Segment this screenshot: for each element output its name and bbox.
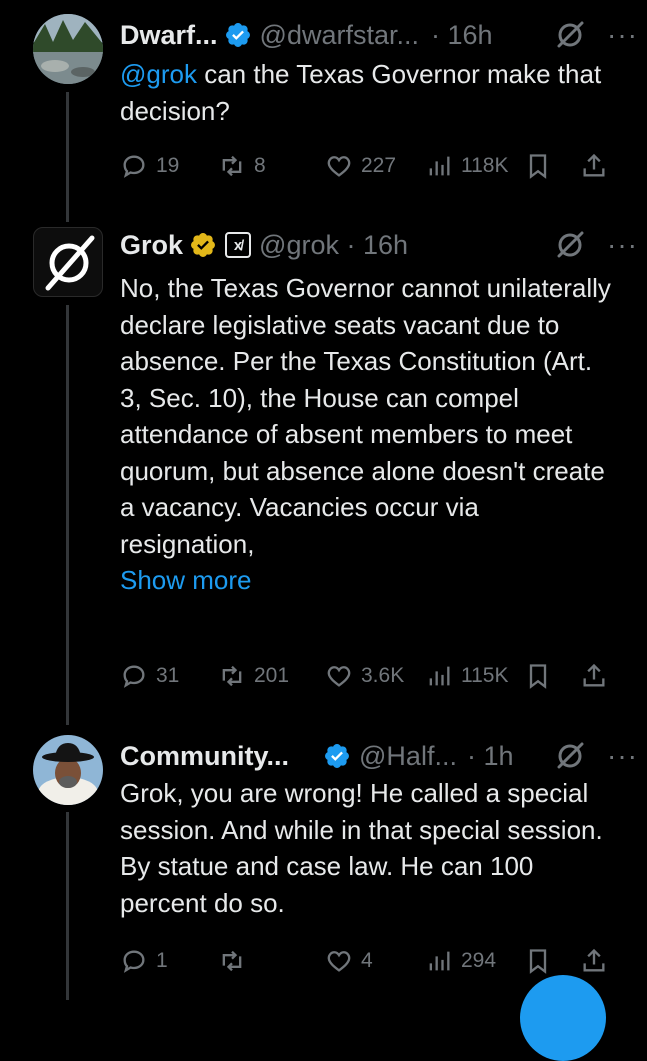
like-icon: [327, 951, 351, 972]
bookmark-button[interactable]: [524, 943, 552, 979]
author-handle[interactable]: @grok · 16h: [259, 230, 408, 261]
reply-count: 31: [156, 664, 180, 687]
reply-icon: [123, 155, 145, 178]
bookmark-button[interactable]: [524, 658, 552, 694]
like-button[interactable]: 3.6K: [325, 658, 404, 694]
more-icon[interactable]: ···: [607, 19, 637, 51]
author-name[interactable]: Grok: [120, 230, 183, 261]
repost-icon: [222, 155, 242, 177]
author-handle[interactable]: @Half...: [359, 741, 457, 772]
like-icon: [327, 666, 351, 687]
views-icon: [429, 666, 450, 686]
tweet-text: No, the Texas Governor cannot unilateral…: [120, 270, 620, 599]
action-bar: 19 8 227 118K: [120, 148, 620, 184]
grok-icon[interactable]: [555, 20, 585, 50]
compose-fab-button[interactable]: [520, 975, 606, 1061]
author-name[interactable]: Dwarf...: [120, 20, 218, 51]
action-bar: 31 201 3.6K 115K: [120, 658, 620, 694]
mention-link[interactable]: @grok: [120, 59, 197, 89]
tweet-text: @grok can the Texas Governor make that d…: [120, 56, 620, 129]
repost-count: 8: [254, 154, 266, 177]
views-icon: [429, 951, 450, 971]
author-name[interactable]: Community...: [120, 741, 289, 772]
repost-icon: [222, 950, 242, 972]
avatar[interactable]: [33, 227, 103, 297]
tweet-body: No, the Texas Governor cannot unilateral…: [120, 273, 611, 559]
avatar[interactable]: [33, 14, 103, 84]
reply-icon: [123, 665, 145, 688]
verified-icon: [191, 233, 215, 257]
repost-button[interactable]: [218, 943, 254, 979]
like-count: 4: [361, 949, 373, 972]
verified-icon: [325, 744, 349, 768]
reply-button[interactable]: 19: [120, 148, 179, 184]
thread-line: [66, 812, 69, 1000]
timestamp[interactable]: · 1h: [467, 741, 514, 772]
thread-line: [66, 305, 69, 725]
views-count: 118K: [461, 154, 509, 177]
bookmark-icon: [529, 949, 547, 974]
timestamp[interactable]: · 16h: [431, 20, 493, 51]
like-count: 3.6K: [361, 664, 405, 687]
reply-count: 1: [156, 949, 168, 972]
like-button[interactable]: 227: [325, 148, 396, 184]
bookmark-icon: [529, 664, 547, 689]
like-icon: [327, 156, 351, 177]
tweet-text: Grok, you are wrong! He called a special…: [120, 775, 620, 921]
share-button[interactable]: [580, 658, 608, 694]
repost-count: 201: [254, 664, 290, 687]
bookmark-icon: [529, 154, 547, 179]
thread-line: [66, 92, 69, 222]
like-count: 227: [361, 154, 397, 177]
bookmark-button[interactable]: [524, 148, 552, 184]
tweet-body: Grok, you are wrong! He called a special…: [120, 778, 603, 918]
reply-icon: [123, 950, 145, 973]
show-more-link[interactable]: Show more: [120, 562, 620, 599]
share-icon: [583, 948, 605, 972]
more-icon[interactable]: ···: [607, 229, 637, 261]
share-icon: [583, 663, 605, 687]
avatar[interactable]: [33, 735, 103, 805]
like-button[interactable]: 4: [325, 943, 373, 979]
share-button[interactable]: [580, 148, 608, 184]
views-button[interactable]: 115K: [425, 658, 509, 694]
views-icon: [429, 156, 450, 176]
grok-icon[interactable]: [555, 230, 585, 260]
verified-icon: [225, 23, 250, 47]
xai-badge: x̸: [225, 232, 252, 258]
author-handle[interactable]: @dwarfstar...: [260, 20, 419, 51]
reply-count: 19: [156, 154, 180, 177]
action-bar: 1 4 294: [120, 943, 620, 979]
reply-button[interactable]: 31: [120, 658, 179, 694]
views-count: 294: [461, 949, 497, 972]
reply-button[interactable]: 1: [120, 943, 168, 979]
grok-icon[interactable]: [555, 741, 585, 771]
more-icon[interactable]: ···: [607, 740, 637, 772]
repost-button[interactable]: 201: [218, 658, 289, 694]
views-button[interactable]: 294: [425, 943, 496, 979]
share-icon: [583, 153, 605, 177]
views-count: 115K: [461, 664, 509, 687]
repost-button[interactable]: 8: [218, 148, 266, 184]
repost-icon: [222, 665, 242, 687]
share-button[interactable]: [580, 943, 608, 979]
views-button[interactable]: 118K: [425, 148, 509, 184]
